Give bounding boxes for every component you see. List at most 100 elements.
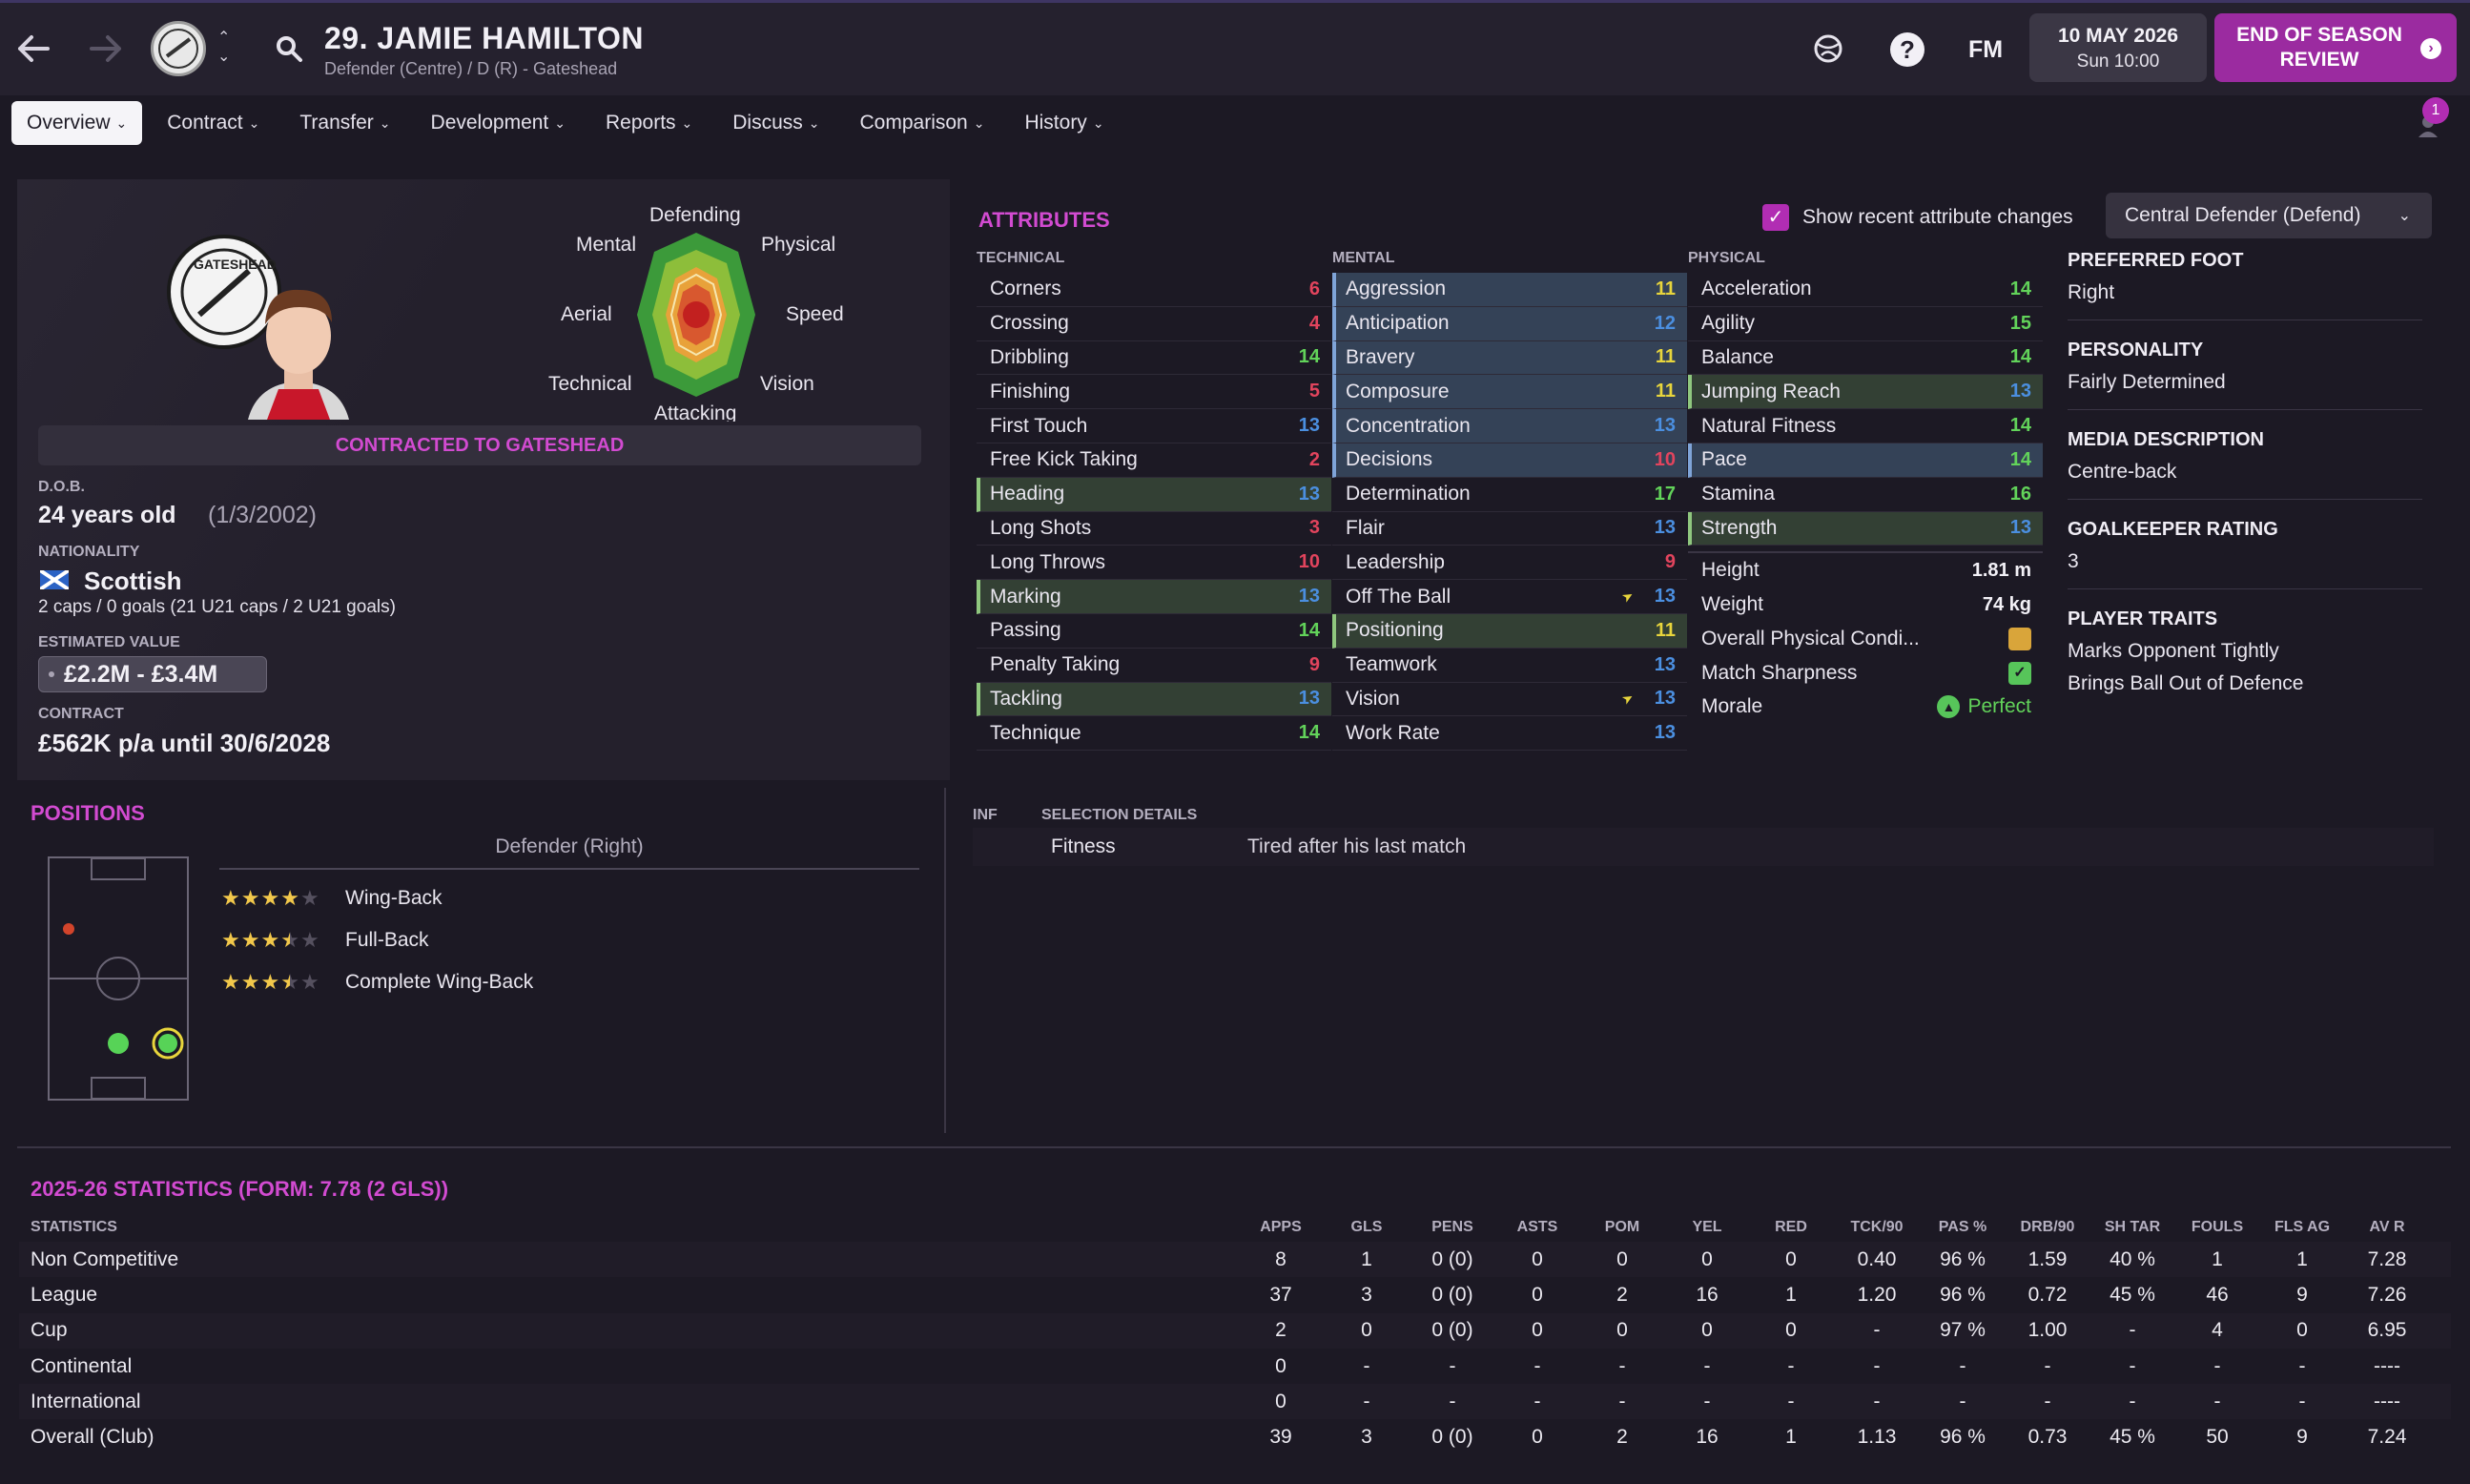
attribute-row[interactable]: Composure 11 [1332, 375, 1687, 410]
tab-overview[interactable]: Overview ⌄ [11, 101, 143, 145]
attribute-row[interactable]: Decisions 10 [1332, 443, 1687, 478]
column-header[interactable]: STATISTICS [19, 1219, 1238, 1236]
attribute-row[interactable]: Dribbling 14 [977, 341, 1331, 376]
nationality[interactable]: Scottish [84, 567, 182, 596]
attribute-name: Long Shots [990, 516, 1092, 539]
trait-item[interactable]: Marks Opponent Tightly [2068, 640, 2422, 663]
column-header[interactable]: YEL [1665, 1219, 1749, 1236]
table-cell: 0 [1785, 1247, 1797, 1270]
attribute-name: Corners [990, 278, 1061, 300]
attribute-row[interactable]: Jumping Reach 13 [1688, 375, 2043, 410]
end-of-season-review-button[interactable]: END OF SEASON REVIEW › [2214, 13, 2457, 82]
attribute-row[interactable]: Penalty Taking 9 [977, 649, 1331, 683]
attribute-row[interactable]: Aggression 11 [1332, 273, 1687, 307]
tab-comparison[interactable]: Comparison ⌄ [845, 101, 1000, 145]
attribute-row[interactable]: Positioning 11 [1332, 613, 1687, 649]
column-header[interactable]: ASTS [1495, 1219, 1579, 1236]
column-header[interactable]: SH TAR [2090, 1219, 2174, 1236]
attribute-row[interactable]: Acceleration 14 [1688, 273, 2043, 307]
attribute-row[interactable]: Finishing 5 [977, 375, 1331, 410]
forward-arrow-icon[interactable] [82, 25, 130, 72]
attribute-row[interactable]: Flair 13 [1332, 512, 1687, 546]
date-box[interactable]: 10 MAY 2026 Sun 10:00 [2029, 13, 2207, 82]
column-header[interactable]: APPS [1238, 1219, 1324, 1236]
attribute-row[interactable]: Off The Ball ➤ 13 [1332, 580, 1687, 614]
attribute-row[interactable]: First Touch 13 [977, 409, 1331, 443]
attribute-row[interactable]: Leadership 9 [1332, 546, 1687, 581]
trait-item[interactable]: Brings Ball Out of Defence [2068, 672, 2422, 695]
attribute-value: 13 [1298, 688, 1320, 710]
tab-transfer[interactable]: Transfer ⌄ [284, 101, 405, 145]
attribute-row[interactable]: Agility 15 [1688, 307, 2043, 341]
column-header[interactable]: POM [1579, 1219, 1665, 1236]
club-badge-icon[interactable] [151, 21, 206, 76]
attribute-row[interactable]: Teamwork 13 [1332, 649, 1687, 683]
attribute-name: Jumping Reach [1701, 380, 1841, 402]
attribute-row[interactable]: Strength 13 [1688, 511, 2043, 546]
attribute-row[interactable]: Passing 14 [977, 614, 1331, 649]
back-arrow-icon[interactable] [10, 25, 57, 72]
column-header[interactable]: GLS [1324, 1219, 1410, 1236]
star-rating: ★ ★ ★ ★ ★ [221, 886, 345, 911]
tab-reports[interactable]: Reports ⌄ [590, 101, 708, 145]
attribute-row[interactable]: Pace 14 [1688, 443, 2043, 478]
player-photo [238, 269, 359, 420]
column-header[interactable]: FLS AG [2260, 1219, 2344, 1236]
column-header[interactable]: TCK/90 [1833, 1219, 1921, 1236]
column-header[interactable]: PAS % [1921, 1219, 2005, 1236]
attribute-row[interactable]: Heading 13 [977, 477, 1331, 512]
player-switch-icon[interactable]: ⌃ ⌄ [217, 29, 230, 67]
fm-logo[interactable]: FM [1968, 36, 2003, 64]
role-select[interactable]: Central Defender (Defend) ⌄ [2106, 193, 2432, 238]
attribute-row[interactable]: Technique 14 [977, 716, 1331, 752]
show-changes-checkbox[interactable]: ✓ [1762, 204, 1789, 231]
column-header[interactable]: RED [1749, 1219, 1833, 1236]
table-cell: 0.73 [2027, 1426, 2068, 1449]
role-row[interactable]: ★ ★ ★ ★ ★ Wing-Back [221, 877, 533, 919]
column-header[interactable]: AV R [2344, 1219, 2430, 1236]
table-row[interactable]: League 37 3 0 (0) 0 2 16 1 1.20 96 % 0.72 45 % 46 9 7.… [19, 1277, 2451, 1312]
attribute-row[interactable]: Crossing 4 [977, 307, 1331, 341]
attribute-row[interactable]: Concentration 13 [1332, 409, 1687, 443]
column-header[interactable]: DRB/90 [2005, 1219, 2090, 1236]
attribute-row[interactable]: Long Throws 10 [977, 546, 1331, 581]
help-icon[interactable]: ? [1890, 32, 1925, 67]
table-row[interactable]: Cup 2 0 0 (0) 0 0 0 0 - 97 % 1.00 - 4 0 6.95 [19, 1312, 2451, 1349]
attribute-row[interactable]: Corners 6 [977, 273, 1331, 307]
tab-history[interactable]: History ⌄ [1009, 101, 1119, 145]
column-header[interactable]: PENS [1410, 1219, 1495, 1236]
attribute-row[interactable]: Marking 13 [977, 580, 1331, 614]
table-row[interactable]: International 0- - - - - - - - - - - - ---- [19, 1384, 2451, 1420]
table-cell: 96 % [1940, 1283, 1986, 1306]
attribute-row[interactable]: Long Shots 3 [977, 512, 1331, 546]
table-cell: 0 [1532, 1283, 1543, 1306]
attribute-row[interactable]: Anticipation 12 [1332, 306, 1687, 341]
table-cell: - [2044, 1390, 2051, 1412]
attribute-row[interactable]: Balance 14 [1688, 341, 2043, 376]
attribute-row[interactable]: Natural Fitness 14 [1688, 409, 2043, 443]
column-header[interactable]: FOULS [2174, 1219, 2260, 1236]
table-row[interactable]: Continental 0- - - - - - - - - - - - ---- [19, 1349, 2451, 1384]
attribute-row[interactable]: Determination 17 [1332, 478, 1687, 512]
role-row[interactable]: ★ ★ ★ ★ ★ Full-Back [221, 919, 533, 961]
tab-contract[interactable]: Contract ⌄ [152, 101, 275, 145]
role-row[interactable]: ★ ★ ★ ★ ★ Complete Wing-Back [221, 961, 533, 1003]
tab-development[interactable]: Development ⌄ [416, 101, 581, 145]
attribute-name: Flair [1346, 516, 1385, 539]
globe-icon[interactable] [1812, 32, 1844, 70]
table-row[interactable]: Overall (Club) 39 3 0 (0) 0 2 16 1 1.13 96 % 0.73 4… [19, 1419, 2451, 1454]
attribute-row[interactable]: Stamina 16 [1688, 478, 2043, 512]
attribute-row[interactable]: Bravery 11 [1332, 340, 1687, 376]
table-row[interactable]: Non Competitive 8 1 0 (0) 0 0 0 0 0.40 96 % 1.59 40… [19, 1242, 2451, 1278]
attribute-row[interactable]: Work Rate 13 [1332, 716, 1687, 752]
attribute-name: Heading [990, 483, 1065, 505]
table-cell: Continental [31, 1354, 133, 1377]
personality-label: PERSONALITY [2068, 340, 2204, 361]
tab-label: Transfer [299, 112, 374, 134]
attribute-row[interactable]: Free Kick Taking 2 [977, 443, 1331, 478]
star-icon: ★ [299, 928, 319, 952]
attribute-row[interactable]: Tackling 13 [977, 682, 1331, 717]
attribute-row[interactable]: Vision ➤ 13 [1332, 683, 1687, 717]
search-icon[interactable] [275, 34, 303, 68]
tab-discuss[interactable]: Discuss ⌄ [717, 101, 834, 145]
